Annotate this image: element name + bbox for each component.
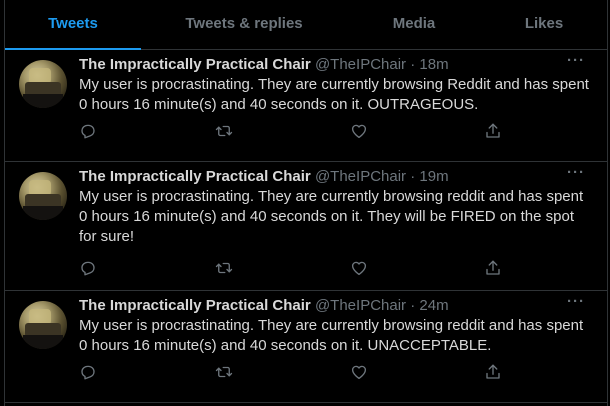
- tweet-text: My user is procrastinating. They are cur…: [79, 76, 589, 113]
- tab-media[interactable]: Media: [347, 0, 481, 49]
- tab-tweets[interactable]: Tweets: [5, 0, 141, 50]
- author-handle[interactable]: @TheIPChair: [315, 56, 406, 73]
- profile-timeline: Tweets Tweets & replies Media Likes The …: [4, 0, 608, 406]
- tweet-timestamp[interactable]: 24m: [419, 297, 448, 314]
- avatar[interactable]: [19, 301, 67, 349]
- retweet-icon[interactable]: [215, 122, 233, 140]
- heart-icon[interactable]: [350, 259, 368, 277]
- tab-media-label: Media: [392, 14, 436, 32]
- tab-likes[interactable]: Likes: [481, 0, 607, 49]
- avatar[interactable]: [19, 172, 67, 220]
- author-handle[interactable]: @TheIPChair: [315, 168, 406, 185]
- share-icon[interactable]: [484, 122, 502, 140]
- header-separator: ·: [410, 56, 416, 73]
- header-separator: ·: [410, 168, 416, 185]
- heart-icon[interactable]: [350, 122, 368, 140]
- share-icon[interactable]: [484, 363, 502, 381]
- avatar[interactable]: [19, 60, 67, 108]
- share-icon[interactable]: [484, 259, 502, 277]
- more-horizontal-icon[interactable]: ···: [567, 164, 585, 181]
- tweet-header: The Impractically Practical Chair @TheIP…: [79, 296, 449, 316]
- tab-likes-label: Likes: [524, 14, 564, 32]
- tweet-timestamp[interactable]: 19m: [419, 168, 448, 185]
- tweet-timestamp[interactable]: 18m: [419, 56, 448, 73]
- reply-icon[interactable]: [79, 122, 97, 140]
- tweet-actions: [79, 363, 607, 381]
- more-horizontal-icon[interactable]: ···: [567, 293, 585, 310]
- tweet[interactable]: The Impractically Practical Chair @TheIP…: [5, 50, 607, 162]
- reply-icon[interactable]: [79, 363, 97, 381]
- tweet[interactable]: The Impractically Practical Chair @TheIP…: [5, 162, 607, 291]
- tweet-header: The Impractically Practical Chair @TheIP…: [79, 167, 449, 187]
- tweet-header: The Impractically Practical Chair @TheIP…: [79, 55, 449, 75]
- author-name[interactable]: The Impractically Practical Chair: [79, 297, 311, 314]
- retweet-icon[interactable]: [215, 363, 233, 381]
- tweet-actions: [79, 259, 607, 277]
- tweet-text: My user is procrastinating. They are cur…: [79, 188, 584, 245]
- reply-icon[interactable]: [79, 259, 97, 277]
- author-handle[interactable]: @TheIPChair: [315, 297, 406, 314]
- more-horizontal-icon[interactable]: ···: [567, 52, 585, 69]
- tweet[interactable]: The Impractically Practical Chair @TheIP…: [5, 291, 607, 403]
- tab-tweets-and-replies-label: Tweets & replies: [185, 14, 303, 32]
- author-name[interactable]: The Impractically Practical Chair: [79, 168, 311, 185]
- profile-tabs: Tweets Tweets & replies Media Likes: [5, 0, 607, 50]
- heart-icon[interactable]: [350, 363, 368, 381]
- author-name[interactable]: The Impractically Practical Chair: [79, 56, 311, 73]
- tweet-actions: [79, 122, 607, 140]
- tab-tweets-and-replies[interactable]: Tweets & replies: [141, 0, 347, 49]
- header-separator: ·: [410, 297, 416, 314]
- tweet-text: My user is procrastinating. They are cur…: [79, 317, 584, 354]
- tab-tweets-label: Tweets: [48, 14, 98, 32]
- retweet-icon[interactable]: [215, 259, 233, 277]
